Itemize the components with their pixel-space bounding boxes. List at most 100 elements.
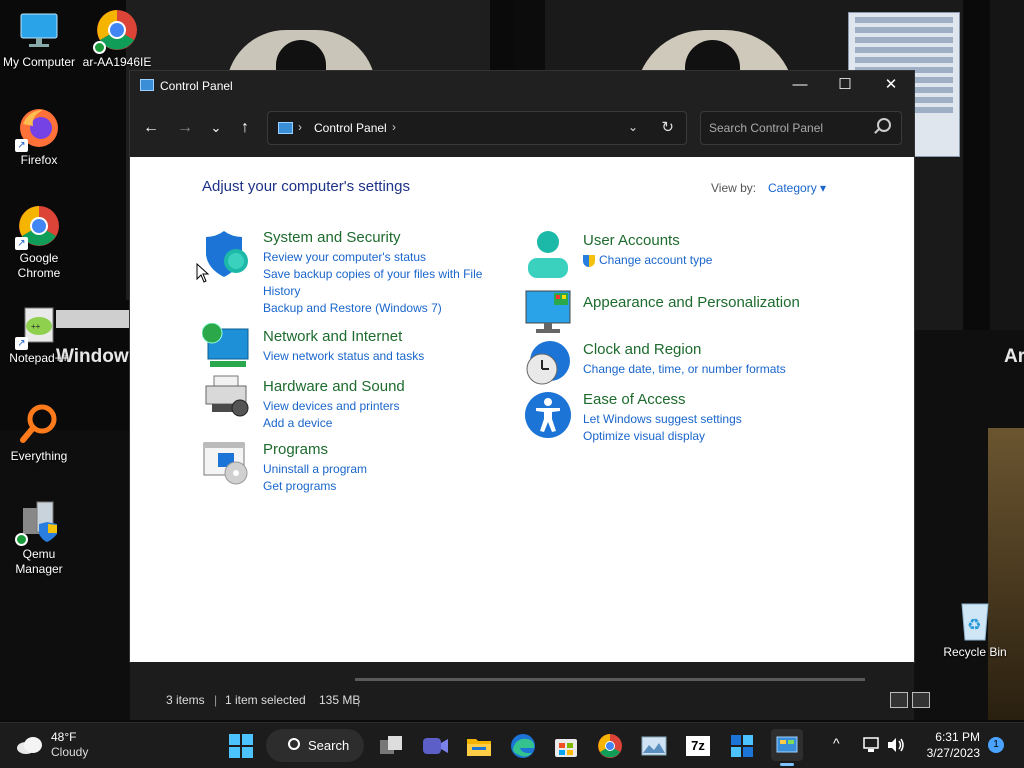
desktop-icon-label: Qemu Manager: [15, 547, 63, 576]
desktop-icon-recycle-bin[interactable]: ♻ Recycle Bin: [936, 598, 1014, 660]
control-panel-taskbar-icon[interactable]: [771, 729, 803, 761]
edge-icon[interactable]: [508, 731, 538, 761]
desktop-icon-label: Firefox: [20, 153, 58, 167]
close-button[interactable]: ✕: [868, 71, 914, 101]
photos-icon[interactable]: [639, 731, 669, 761]
7zip-icon[interactable]: 7z: [683, 731, 713, 761]
category-link[interactable]: Let Windows suggest settings: [583, 411, 742, 428]
category-link[interactable]: Optimize visual display: [583, 428, 742, 445]
programs-icon[interactable]: [202, 439, 250, 487]
clock-date: 3/27/2023: [926, 746, 980, 760]
category-link[interactable]: Change date, time, or number formats: [583, 361, 786, 378]
category-title[interactable]: Ease of Access: [583, 391, 742, 408]
firefox-icon: ↗: [15, 106, 61, 152]
address-bar[interactable]: › Control Panel › ⌄ ↻: [267, 111, 687, 145]
category-title[interactable]: Hardware and Sound: [263, 378, 405, 395]
printer-icon[interactable]: [202, 374, 250, 422]
monitor-icon[interactable]: [524, 289, 572, 337]
back-button[interactable]: ←: [138, 115, 164, 141]
status-separator: |: [214, 693, 218, 707]
details-view-button[interactable]: [890, 692, 908, 708]
desktop-icon-google-chrome[interactable]: ↗ Google Chrome: [0, 204, 78, 281]
large-icons-view-button[interactable]: [912, 692, 930, 708]
app-icon[interactable]: [727, 731, 757, 761]
accessibility-icon[interactable]: [524, 391, 572, 439]
search-icon: [288, 738, 300, 750]
chrome-icon: [93, 8, 139, 54]
category-programs: Programs Uninstall a program Get program…: [263, 441, 367, 495]
notification-badge[interactable]: 1: [988, 737, 1004, 753]
taskbar-search-button[interactable]: Search: [266, 729, 364, 762]
desktop-icon-label: Recycle Bin: [943, 645, 1007, 659]
category-title[interactable]: Programs: [263, 441, 367, 458]
category-network-and-internet: Network and Internet View network status…: [263, 328, 424, 365]
control-panel-window[interactable]: Control Panel — ☐ ✕ ← → ⌄ ↑ › Control Pa…: [130, 71, 914, 662]
background-window[interactable]: [914, 330, 1024, 720]
clock-globe-icon[interactable]: [524, 339, 572, 387]
category-title[interactable]: Clock and Region: [583, 341, 786, 358]
category-link[interactable]: Change account type: [583, 252, 712, 269]
breadcrumb-separator[interactable]: ›: [298, 120, 302, 134]
task-view-icon[interactable]: [376, 731, 406, 761]
globe-network-icon[interactable]: [201, 322, 250, 371]
search-icon[interactable]: [877, 118, 891, 132]
breadcrumb-separator[interactable]: ›: [392, 120, 396, 134]
category-link[interactable]: View devices and printers: [263, 398, 405, 415]
category-link[interactable]: Save backup copies of your files with Fi…: [263, 266, 493, 300]
network-icon[interactable]: [862, 736, 882, 754]
taskbar-search-label: Search: [308, 738, 350, 753]
background-window[interactable]: [990, 0, 1024, 330]
7zip-label: 7z: [686, 736, 710, 756]
category-title[interactable]: Appearance and Personalization: [583, 294, 800, 311]
desktop-icon-label: ar-AA1946IE: [82, 55, 152, 69]
refresh-button[interactable]: ↻: [661, 118, 674, 136]
weather-condition: Cloudy: [51, 745, 89, 759]
category-link[interactable]: View network status and tasks: [263, 348, 424, 365]
minimize-button[interactable]: —: [777, 71, 823, 101]
status-size: 135 MB: [319, 693, 361, 707]
page-title: Adjust your computer's settings: [202, 178, 410, 195]
desktop-icon-my-computer[interactable]: My Computer: [0, 8, 78, 70]
search-box[interactable]: Search Control Panel: [700, 111, 902, 145]
recent-locations-button[interactable]: ⌄: [203, 115, 229, 141]
title-bar[interactable]: Control Panel — ☐ ✕ ← → ⌄ ↑ › Control Pa…: [130, 71, 914, 157]
clock[interactable]: 6:31 PM 3/27/2023: [916, 729, 980, 761]
desktop-icon-firefox[interactable]: ↗ Firefox: [0, 106, 78, 168]
tray-overflow-chevron[interactable]: ^: [833, 735, 840, 751]
desktop-icon-chrome-shortcut[interactable]: ar-AA1946IE: [78, 8, 156, 70]
category-ease-of-access: Ease of Access Let Windows suggest setti…: [583, 391, 742, 445]
magnifier-icon: [17, 402, 61, 446]
status-item-count: 3 items: [166, 693, 205, 707]
taskbar: 48°F Cloudy Search 7z ^ 6:31 PM 3/27/202…: [0, 722, 1024, 768]
chrome-icon[interactable]: [595, 731, 625, 761]
meet-icon[interactable]: [420, 731, 450, 761]
forward-button[interactable]: →: [172, 115, 198, 141]
horizontal-scrollbar[interactable]: [355, 678, 865, 681]
user-icon[interactable]: [524, 230, 572, 278]
windows-start-icon[interactable]: [226, 731, 256, 761]
desktop-icon-qemu-manager[interactable]: Qemu Manager: [0, 500, 78, 577]
category-link[interactable]: Backup and Restore (Windows 7): [263, 300, 493, 317]
control-panel-icon: [278, 122, 293, 134]
category-title[interactable]: Network and Internet: [263, 328, 424, 345]
category-link[interactable]: Review your computer's status: [263, 249, 493, 266]
volume-icon[interactable]: [886, 736, 906, 754]
view-by-dropdown[interactable]: Category ▾: [768, 181, 826, 195]
category-link[interactable]: Get programs: [263, 478, 367, 495]
breadcrumb-control-panel[interactable]: Control Panel: [314, 121, 387, 135]
store-icon[interactable]: [551, 731, 581, 761]
up-button[interactable]: ↑: [232, 115, 258, 141]
desktop-icon-notepad-plus-plus[interactable]: ++ ↗ Notepad++: [0, 304, 78, 366]
window-title: Control Panel: [160, 79, 233, 93]
file-explorer-icon[interactable]: [464, 731, 494, 761]
recycle-bin-icon: ♻: [953, 598, 997, 642]
category-title[interactable]: User Accounts: [583, 232, 712, 249]
address-dropdown-button[interactable]: ⌄: [628, 120, 638, 134]
search-input[interactable]: Search Control Panel: [709, 121, 823, 135]
category-title[interactable]: System and Security: [263, 229, 493, 246]
maximize-button[interactable]: ☐: [822, 71, 868, 101]
desktop-icon-everything[interactable]: Everything: [0, 402, 78, 464]
mouse-cursor: [196, 263, 210, 283]
category-link[interactable]: Add a device: [263, 415, 405, 432]
category-link[interactable]: Uninstall a program: [263, 461, 367, 478]
